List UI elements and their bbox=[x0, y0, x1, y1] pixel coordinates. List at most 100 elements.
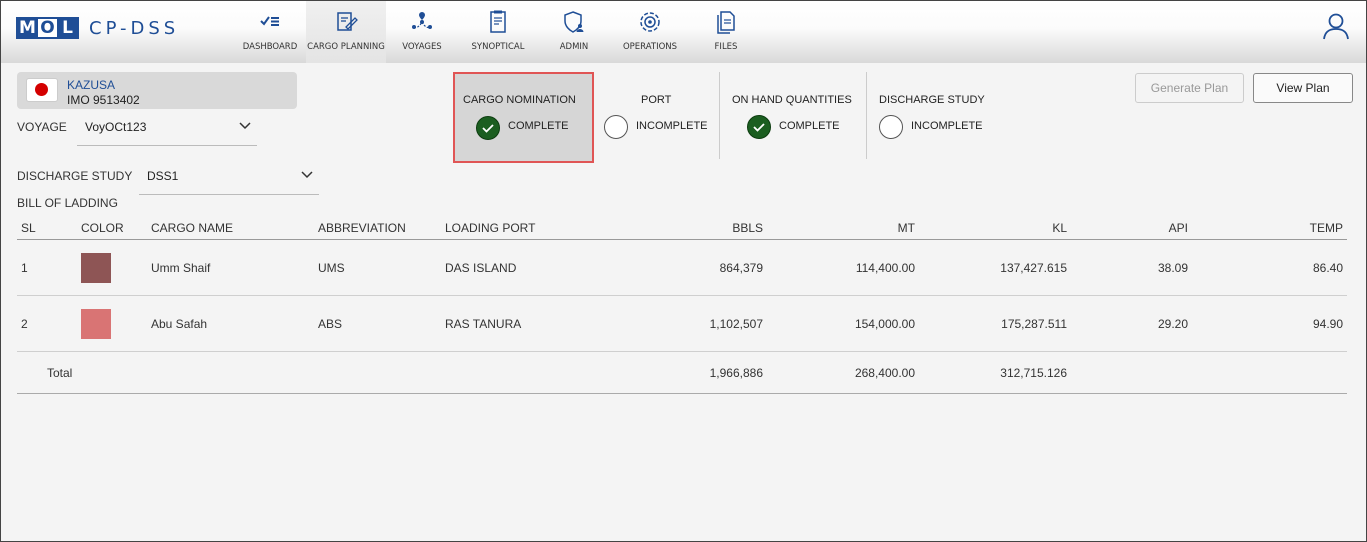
table-header-row: SL COLOR CARGO NAME ABBREVIATION LOADING… bbox=[17, 217, 1347, 240]
generate-plan-button[interactable]: Generate Plan bbox=[1135, 73, 1244, 103]
view-plan-button[interactable]: View Plan bbox=[1253, 73, 1353, 103]
user-profile-icon[interactable] bbox=[1321, 11, 1351, 41]
total-label: Total bbox=[47, 351, 539, 394]
vessel-imo: IMO 9513402 bbox=[67, 93, 140, 107]
step-status: INCOMPLETE bbox=[636, 120, 708, 132]
bill-of-lading-table: SL COLOR CARGO NAME ABBREVIATION LOADING… bbox=[17, 217, 1347, 394]
column-header-temp: TEMP bbox=[1192, 217, 1347, 240]
color-swatch bbox=[81, 252, 111, 283]
section-title: BILL OF LADDING bbox=[17, 196, 118, 210]
admin-icon bbox=[564, 11, 584, 33]
cell-abbreviation: ABS bbox=[314, 295, 441, 352]
mol-logo: M O L bbox=[16, 17, 79, 39]
synoptical-icon bbox=[490, 10, 506, 33]
cell-mt: 114,400.00 bbox=[767, 239, 919, 296]
nav-synoptical[interactable]: SYNOPTICAL bbox=[469, 1, 527, 63]
table-total-row: Total 1,966,886 268,400.00 312,715.126 bbox=[17, 351, 1347, 394]
chevron-down-icon bbox=[301, 171, 313, 179]
cell-api: 38.09 bbox=[1071, 239, 1192, 296]
step-status: COMPLETE bbox=[779, 120, 840, 132]
discharge-study-value: DSS1 bbox=[147, 169, 179, 183]
vessel-card: KAZUSA IMO 9513402 bbox=[17, 72, 297, 109]
japan-flag-icon bbox=[26, 78, 58, 102]
cell-sl: 1 bbox=[17, 239, 77, 296]
app-title: CP-DSS bbox=[89, 17, 180, 39]
step-title: DISCHARGE STUDY bbox=[879, 94, 985, 106]
cargo-planning-icon bbox=[337, 12, 358, 31]
cell-temp: 94.90 bbox=[1192, 295, 1347, 352]
cell-api: 29.20 bbox=[1071, 295, 1192, 352]
nav-files[interactable]: FILES bbox=[705, 1, 747, 63]
nav-label: VOYAGES bbox=[402, 42, 442, 52]
cell-sl: 2 bbox=[17, 295, 77, 352]
cell-mt: 154,000.00 bbox=[767, 295, 919, 352]
complete-check-icon bbox=[747, 115, 771, 139]
column-header-mt: MT bbox=[767, 217, 919, 240]
step-title: PORT bbox=[641, 94, 672, 106]
cell-abbreviation: UMS bbox=[314, 239, 441, 296]
nav-label: ADMIN bbox=[559, 42, 589, 52]
step-title: ON HAND QUANTITIES bbox=[732, 94, 852, 106]
cell-kl: 137,427.615 bbox=[919, 239, 1071, 296]
complete-check-icon bbox=[476, 116, 500, 140]
discharge-study-select[interactable]: DSS1 bbox=[139, 165, 319, 195]
voyage-label: VOYAGE bbox=[17, 120, 67, 134]
cell-bbls: 1,102,507 bbox=[569, 295, 767, 352]
column-header-sl: SL bbox=[17, 217, 77, 240]
total-mt: 268,400.00 bbox=[767, 351, 919, 394]
table-row[interactable]: 1 Umm Shaif UMS DAS ISLAND 864,379 114,4… bbox=[17, 239, 1347, 296]
operations-icon bbox=[640, 12, 660, 32]
cell-color bbox=[77, 239, 147, 296]
cell-bbls: 864,379 bbox=[569, 239, 767, 296]
nav-admin[interactable]: ADMIN bbox=[549, 1, 599, 63]
nav-label: FILES bbox=[714, 42, 738, 52]
step-status: COMPLETE bbox=[508, 120, 569, 132]
discharge-study-label: DISCHARGE STUDY bbox=[17, 169, 133, 183]
dashboard-icon bbox=[260, 16, 279, 26]
nav-operations[interactable]: OPERATIONS bbox=[619, 1, 681, 63]
cell-loading-port: RAS TANURA bbox=[441, 295, 569, 352]
voyage-select[interactable]: VoyOCt123 bbox=[77, 116, 257, 146]
nav-cargo-planning[interactable]: CARGO PLANNING bbox=[306, 1, 386, 63]
cell-loading-port: DAS ISLAND bbox=[441, 239, 569, 296]
cell-color bbox=[77, 295, 147, 352]
top-navigation-bar: M O L CP-DSS DASHBOARD CARGO PLANNING VO… bbox=[1, 1, 1366, 63]
column-header-color: COLOR bbox=[77, 217, 147, 240]
logo-letter: M bbox=[19, 18, 36, 38]
nav-label: OPERATIONS bbox=[622, 42, 678, 52]
cell-cargo-name: Umm Shaif bbox=[147, 239, 314, 296]
incomplete-circle-icon bbox=[879, 115, 903, 139]
column-header-loading-port: LOADING PORT bbox=[441, 217, 569, 240]
total-kl: 312,715.126 bbox=[919, 351, 1071, 394]
nav-label: CARGO PLANNING bbox=[307, 42, 385, 52]
voyages-icon bbox=[412, 12, 432, 29]
step-status: INCOMPLETE bbox=[911, 120, 983, 132]
color-swatch bbox=[81, 308, 111, 339]
column-header-cargo-name: CARGO NAME bbox=[147, 217, 314, 240]
cargo-nomination-highlight bbox=[453, 72, 594, 163]
total-bbls: 1,966,886 bbox=[569, 351, 767, 394]
chevron-down-icon bbox=[239, 122, 251, 130]
incomplete-circle-icon bbox=[604, 115, 628, 139]
step-divider bbox=[866, 72, 867, 159]
app-logo[interactable]: M O L CP-DSS bbox=[16, 17, 179, 39]
logo-letter: O bbox=[38, 19, 57, 37]
logo-letter: L bbox=[62, 18, 73, 38]
nav-dashboard[interactable]: DASHBOARD bbox=[241, 1, 299, 63]
column-header-bbls: BBLS bbox=[569, 217, 767, 240]
voyage-value: VoyOCt123 bbox=[85, 120, 147, 134]
step-title: CARGO NOMINATION bbox=[463, 94, 576, 106]
nav-voyages[interactable]: VOYAGES bbox=[397, 1, 447, 63]
cell-cargo-name: Abu Safah bbox=[147, 295, 314, 352]
files-icon bbox=[717, 11, 735, 34]
step-divider bbox=[719, 72, 720, 159]
cell-kl: 175,287.511 bbox=[919, 295, 1071, 352]
table-row[interactable]: 2 Abu Safah ABS RAS TANURA 1,102,507 154… bbox=[17, 295, 1347, 352]
app-window: M O L CP-DSS DASHBOARD CARGO PLANNING VO… bbox=[0, 0, 1367, 542]
nav-label: DASHBOARD bbox=[242, 42, 298, 52]
column-header-api: API bbox=[1071, 217, 1192, 240]
column-header-abbreviation: ABBREVIATION bbox=[314, 217, 441, 240]
vessel-name[interactable]: KAZUSA bbox=[67, 78, 115, 92]
column-header-kl: KL bbox=[919, 217, 1071, 240]
cell-temp: 86.40 bbox=[1192, 239, 1347, 296]
